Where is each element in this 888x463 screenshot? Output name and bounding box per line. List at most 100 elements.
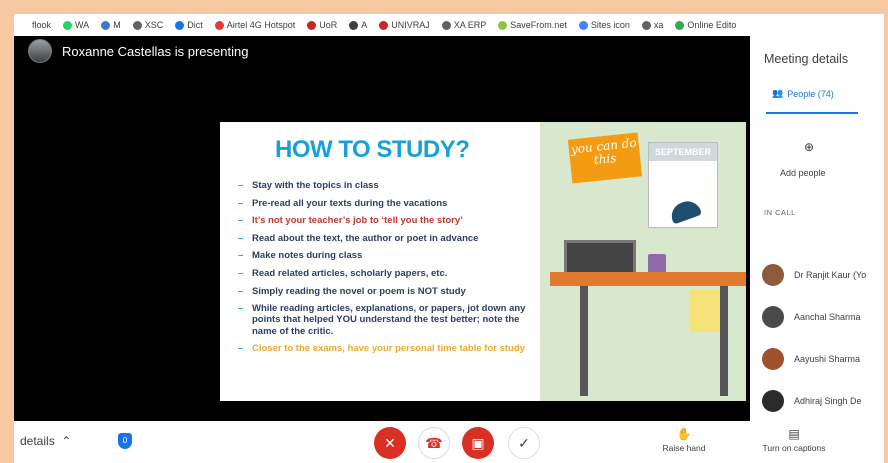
bookmark-label: Online Edito: [687, 20, 737, 30]
participant-name: Adhiraj Singh De: [794, 396, 862, 406]
bookmark-label: M: [113, 20, 121, 30]
bookmark-item[interactable]: XA ERP: [436, 20, 493, 30]
desk-leg: [720, 286, 728, 396]
present-check-button[interactable]: ✓: [508, 427, 540, 459]
avatar: [762, 348, 784, 370]
bookmark-item[interactable]: M: [95, 20, 127, 30]
sticky-note: you can do this: [567, 132, 643, 184]
people-icon: 👥: [772, 88, 784, 98]
add-person-icon[interactable]: ⊕: [804, 140, 814, 154]
leave-call-button[interactable]: ☎: [418, 427, 450, 459]
shield-icon[interactable]: 0: [118, 433, 132, 449]
participant-row[interactable]: Aanchal Sharma: [762, 306, 861, 328]
bookmark-item[interactable]: Online Edito: [669, 20, 742, 30]
slide-bullet: Pre-read all your texts during the vacat…: [238, 198, 538, 209]
bookmark-label: xa: [653, 20, 664, 30]
calendar-month: SEPTEMBER: [649, 143, 717, 161]
mic-off-button[interactable]: ✕: [374, 427, 406, 459]
bookmark-favicon-icon: [675, 20, 685, 30]
meet-window: flook WA M XSC Dict Airtel 4G Hotspot UoR A UNIV…: [14, 14, 884, 463]
bookmark-favicon-icon: [132, 20, 142, 30]
bookmarks-bar: flook WA M XSC Dict Airtel 4G Hotspot UoR A UNIV…: [14, 14, 884, 37]
bookmark-item[interactable]: xa: [636, 20, 670, 30]
slide-bullet: Closer to the exams, have your personal …: [238, 343, 538, 354]
presenter-bar: Roxanne Castellas is presenting: [14, 36, 750, 66]
desk-surface: [550, 272, 746, 286]
slide-bullet: Simply reading the novel or poem is NOT …: [238, 286, 538, 297]
slide-bullet: Stay with the topics in class: [238, 180, 538, 191]
slide-title: HOW TO STUDY?: [275, 136, 470, 163]
meeting-details-toggle[interactable]: details ⌃: [20, 434, 71, 448]
bookmark-item[interactable]: Airtel 4G Hotspot: [209, 20, 302, 30]
bookmark-item[interactable]: UNIVRAJ: [373, 20, 436, 30]
participant-name: Dr Ranjit Kaur (Yo: [794, 270, 867, 280]
bookmark-favicon-icon: [379, 20, 389, 30]
slide-bullet: Read about the text, the author or poet …: [238, 233, 538, 244]
bookmark-label: XA ERP: [453, 20, 487, 30]
tab-people[interactable]: 👥 People (74): [772, 88, 834, 99]
bookmark-label: flook: [32, 20, 52, 30]
active-tab-indicator: [766, 112, 858, 114]
bookmark-item[interactable]: UoR: [301, 20, 343, 30]
bookmark-label: UNIVRAJ: [391, 20, 430, 30]
slide-text-panel: HOW TO STUDY? Stay with the topics in cl…: [220, 122, 540, 401]
slide-bullets: Stay with the topics in class Pre-read al…: [238, 180, 538, 361]
bookmark-item[interactable]: Dict: [169, 20, 209, 30]
participant-row[interactable]: Adhiraj Singh De: [762, 390, 862, 412]
bookmark-favicon-icon: [20, 20, 29, 30]
chevron-up-icon: ⌃: [58, 434, 72, 448]
mic-off-icon: ✕: [384, 434, 396, 451]
video-letterbox: [220, 72, 744, 122]
bookmark-item[interactable]: A: [343, 20, 373, 30]
bookmark-favicon-icon: [101, 20, 111, 30]
hand-icon: ✋: [676, 427, 692, 441]
presenter-label: Roxanne Castellas is presenting: [62, 43, 249, 59]
raise-hand-button[interactable]: ✋ Raise hand: [654, 427, 714, 453]
bookmark-item[interactable]: WA: [57, 20, 95, 30]
bookmark-item[interactable]: flook: [14, 20, 57, 30]
bookmark-favicon-icon: [307, 20, 317, 30]
participant-row[interactable]: Aayushi Sharma: [762, 348, 860, 370]
bookmark-item[interactable]: XSC: [127, 20, 170, 30]
bookmark-label: WA: [75, 20, 90, 30]
camera-off-button[interactable]: ▣: [462, 427, 494, 459]
slide-bullet: Read related articles, scholarly papers,…: [238, 268, 538, 279]
bookmark-label: A: [361, 20, 368, 30]
raise-hand-label: Raise hand: [662, 443, 706, 453]
avatar: [762, 390, 784, 412]
avatar: [762, 306, 784, 328]
presentation-slide: HOW TO STUDY? Stay with the topics in cl…: [220, 122, 746, 401]
presenter-avatar: [28, 39, 52, 63]
slide-bullet: Make notes during class: [238, 250, 538, 261]
in-call-heading: IN CALL: [764, 208, 796, 217]
meeting-details-panel: Meeting details 👥 People (74) ⊕ Add peop…: [750, 36, 884, 421]
bookmark-label: SaveFrom.net: [510, 20, 567, 30]
bookmark-favicon-icon: [641, 20, 651, 30]
meeting-controls-bar: details ⌃ 0 ✕ ☎ ▣ ✓ ✋ Raise hand ▤ Turn …: [14, 421, 884, 463]
presentation-stage: Roxanne Castellas is presenting HOW TO S…: [14, 36, 750, 421]
slide-illustration: you can do this SEPTEMBER: [540, 122, 746, 401]
hang-up-icon: ☎: [425, 434, 443, 451]
check-icon: ✓: [518, 434, 530, 451]
bookmark-label: Airtel 4G Hotspot: [226, 20, 296, 30]
camera-off-icon: ▣: [471, 434, 485, 451]
bookmark-label: Dict: [187, 20, 203, 30]
bookmark-favicon-icon: [578, 20, 588, 30]
participant-name: Aanchal Sharma: [794, 312, 861, 322]
slide-bullet: While reading articles, explanations, or…: [238, 303, 538, 337]
tab-people-label: People (74): [787, 88, 834, 99]
add-people-button[interactable]: Add people: [780, 168, 826, 178]
bookmark-favicon-icon: [349, 20, 359, 30]
participant-row[interactable]: Dr Ranjit Kaur (Yo: [762, 264, 866, 286]
slide-bullet: It’s not your teacher’s job to ‘tell you…: [238, 215, 538, 226]
bookmark-label: UoR: [319, 20, 338, 30]
captions-icon: ▤: [788, 427, 800, 441]
bookmark-item[interactable]: Sites icon: [573, 20, 636, 30]
captions-button[interactable]: ▤ Turn on captions: [749, 427, 839, 453]
panel-title: Meeting details: [764, 52, 849, 66]
details-label: details: [20, 434, 55, 448]
avatar: [762, 264, 784, 286]
bookmark-item[interactable]: SaveFrom.net: [492, 20, 573, 30]
bookmark-favicon-icon: [63, 20, 73, 30]
desk-leg: [580, 286, 588, 396]
